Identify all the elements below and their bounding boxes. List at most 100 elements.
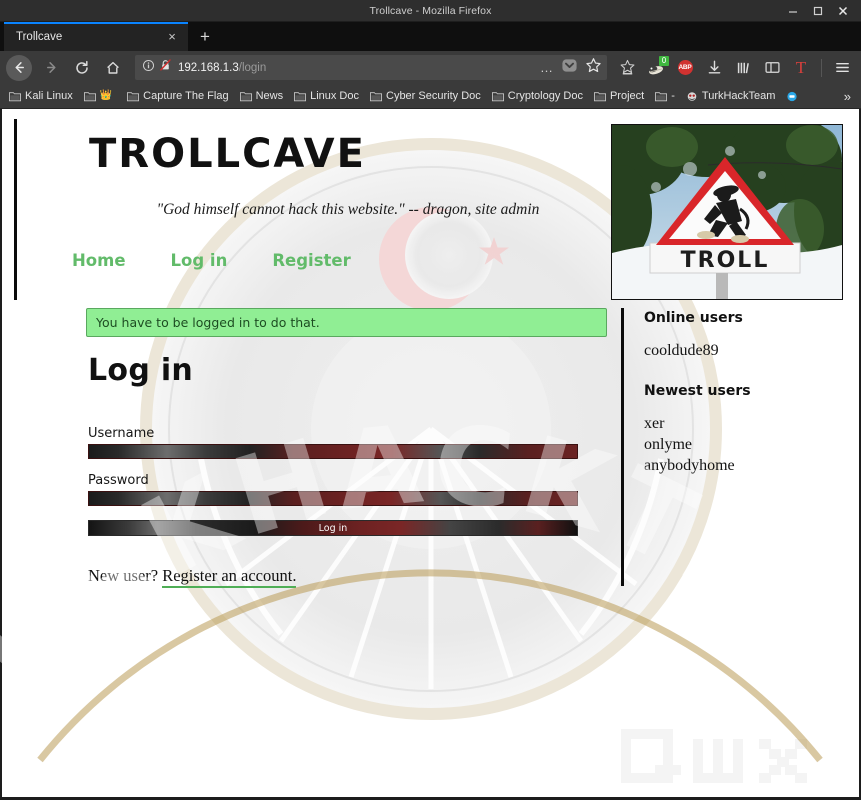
tab-strip: Trollcave × +: [0, 22, 861, 51]
new-user-text: New user?: [88, 566, 159, 585]
nav-link-register[interactable]: Register: [272, 251, 350, 270]
bookmark-label: Capture The Flag: [143, 90, 229, 102]
bookmark-linux-doc[interactable]: Linux Doc: [289, 88, 364, 104]
folder-icon: [491, 91, 504, 101]
url-host: 192.168.1.3: [178, 61, 239, 74]
password-label: Password: [88, 473, 149, 488]
bookmark-kali-linux[interactable]: Kali Linux: [4, 88, 78, 104]
page-actions-icon[interactable]: …: [540, 61, 554, 74]
new-tab-button[interactable]: +: [188, 22, 222, 51]
toolbar-separator: [821, 58, 822, 77]
bookmark-star-icon[interactable]: [585, 57, 602, 79]
bookmark-cyber-security-doc[interactable]: Cyber Security Doc: [365, 88, 486, 104]
bookmarks-overflow-icon[interactable]: »: [838, 89, 857, 104]
online-users-heading: Online users: [644, 310, 743, 326]
bookmark-label: News: [255, 90, 284, 102]
close-button[interactable]: [837, 5, 849, 17]
login-form: Username Password Log in: [86, 426, 607, 536]
crossed-out-lock-icon[interactable]: [159, 58, 172, 77]
home-icon[interactable]: [98, 54, 128, 82]
url-text[interactable]: 192.168.1.3/login: [178, 62, 540, 74]
app-menu-icon[interactable]: [829, 55, 855, 81]
bookmark-news[interactable]: News: [235, 88, 289, 104]
back-icon[interactable]: [6, 54, 32, 81]
bookmark-cryptology-doc[interactable]: Cryptology Doc: [487, 88, 588, 104]
sidebar-icon[interactable]: [759, 55, 785, 81]
nav-link-home[interactable]: Home: [72, 251, 126, 270]
library-icon[interactable]: [730, 55, 756, 81]
bookmark-label: -: [671, 90, 675, 102]
nav-link-login[interactable]: Log in: [171, 251, 228, 270]
site-header: TROLLCAVE "God himself cannot hack this …: [2, 109, 859, 300]
save-to-pocket-icon[interactable]: [561, 57, 578, 79]
pocket-icon[interactable]: [614, 55, 640, 81]
folder-icon: [593, 91, 606, 101]
tampermonkey-icon[interactable]: T: [788, 55, 814, 81]
folder-icon: [655, 91, 668, 101]
browser-tab-trollcave[interactable]: Trollcave ×: [4, 22, 188, 51]
header-troll-sign-photo: TROLL: [611, 124, 843, 300]
folder-icon: [370, 91, 382, 101]
bookmark-project[interactable]: Project: [589, 88, 649, 104]
info-icon[interactable]: [142, 59, 155, 77]
downloads-icon[interactable]: [701, 55, 727, 81]
forward-icon[interactable]: [36, 54, 66, 82]
bookmark-label: Cryptology Doc: [507, 90, 583, 102]
bookmark-crown-folder[interactable]: 👑: [79, 89, 121, 104]
username-input[interactable]: [88, 444, 578, 459]
newest-users-heading: Newest users: [644, 383, 751, 399]
newest-user-item: xer: [644, 415, 665, 432]
maximize-button[interactable]: [812, 5, 824, 17]
url-actions: …: [540, 57, 602, 79]
newest-user-item: onlyme: [644, 436, 692, 453]
identity-box[interactable]: [142, 58, 172, 77]
password-input[interactable]: [88, 491, 578, 506]
bookmark-turkhackteam[interactable]: TurkHackTeam: [681, 88, 781, 104]
site-navigation: Home Log in Register: [72, 251, 611, 270]
url-path: /login: [238, 61, 267, 74]
folder-icon: [127, 91, 140, 101]
bookmark-blue-dot[interactable]: [781, 89, 807, 104]
firefox-window: Trollcave - Mozilla Firefox Trollcave × …: [0, 0, 861, 800]
bookmark-capture-the-flag[interactable]: Capture The Flag: [122, 88, 233, 104]
flash-message: You have to be logged in to do that.: [86, 308, 607, 337]
bookmark-label: TurkHackTeam: [701, 90, 776, 102]
window-controls: [787, 0, 857, 22]
minimize-button[interactable]: [787, 5, 799, 17]
newest-user-item: anybodyhome: [644, 457, 735, 474]
page-content: TROLLCAVE "God himself cannot hack this …: [2, 109, 859, 797]
folder-icon: [9, 91, 21, 101]
crown-icon: 👑: [99, 90, 113, 101]
tampermonkey-label: T: [795, 58, 807, 77]
bookmark-dash-folder[interactable]: -: [650, 88, 680, 104]
folder-icon: [83, 91, 96, 101]
site-brand: TROLLCAVE: [89, 131, 366, 177]
folder-icon: [239, 91, 252, 101]
site-tagline: "God himself cannot hack this website." …: [156, 201, 540, 218]
newest-users-list: xer onlyme anybodyhome: [644, 413, 849, 476]
privacy-badger-icon[interactable]: 0: [643, 55, 669, 81]
adblock-plus-icon[interactable]: ABP: [672, 55, 698, 81]
register-account-link[interactable]: Register an account.: [162, 566, 297, 588]
troll-sign-illustration: TROLL: [612, 125, 842, 299]
adblock-plus-label: ABP: [677, 60, 693, 75]
svg-text:TROLL: TROLL: [681, 248, 770, 273]
username-label: Username: [88, 426, 155, 441]
login-submit-button[interactable]: Log in: [88, 520, 578, 536]
bookmark-label: Kali Linux: [25, 90, 73, 102]
close-tab-icon[interactable]: ×: [164, 29, 180, 45]
bookmark-label: Project: [609, 90, 645, 102]
folder-icon: [294, 91, 307, 101]
window-title: Trollcave - Mozilla Firefox: [369, 4, 492, 17]
new-user-prompt: New user? Register an account.: [88, 566, 607, 588]
page-viewport: TROLLCAVE "God himself cannot hack this …: [0, 109, 861, 800]
extension-toolbar: 0 ABP T: [614, 55, 855, 81]
site-icon: [687, 91, 697, 101]
bookmark-label: Cyber Security Doc: [386, 90, 481, 102]
navigation-toolbar: 192.168.1.3/login … 0 ABP T: [0, 51, 861, 84]
bookmark-label: Linux Doc: [310, 90, 359, 102]
tab-title: Trollcave: [16, 30, 63, 43]
url-bar[interactable]: 192.168.1.3/login …: [135, 55, 607, 80]
content-row: You have to be logged in to do that. Log…: [2, 308, 859, 588]
reload-icon[interactable]: [67, 54, 97, 82]
